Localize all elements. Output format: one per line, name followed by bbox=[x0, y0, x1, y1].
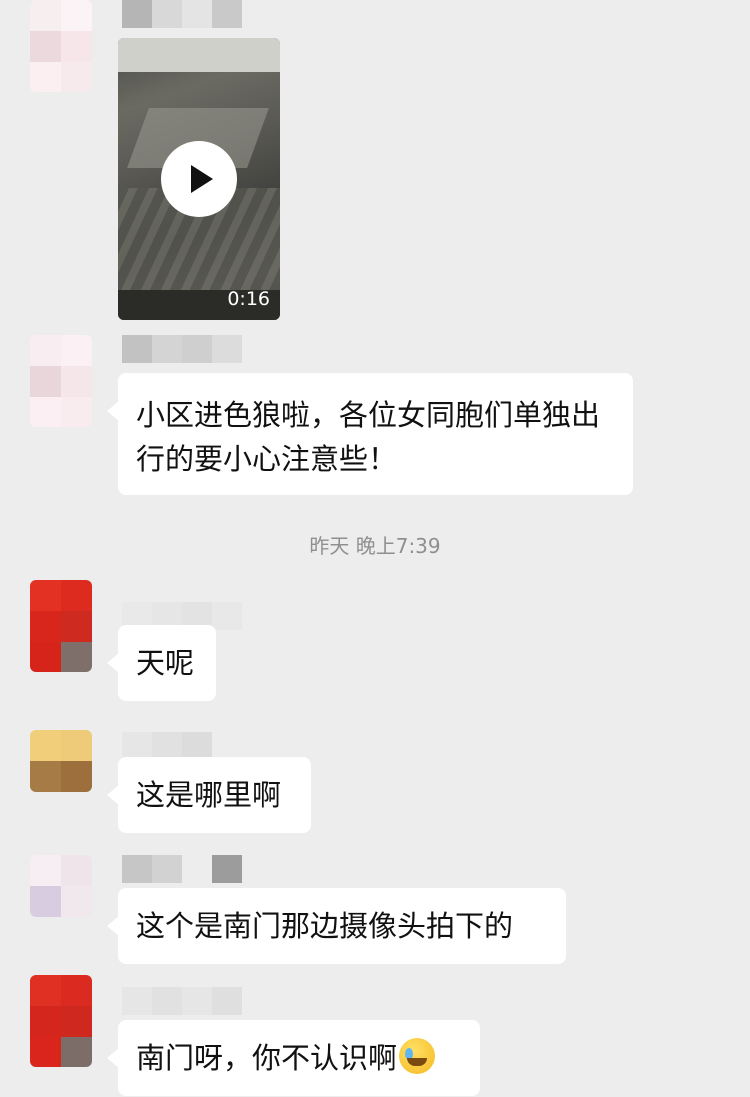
message-text: 小区进色狼啦，各位女同胞们单独出行的要小心注意些！ bbox=[136, 398, 601, 476]
laughing-crying-emoji-icon bbox=[399, 1038, 436, 1074]
avatar[interactable] bbox=[30, 730, 92, 792]
sender-name-blurred bbox=[122, 855, 242, 883]
avatar[interactable] bbox=[30, 975, 92, 1067]
message-bubble[interactable]: 这个是南门那边摄像头拍下的 bbox=[107, 888, 566, 964]
sender-name-blurred bbox=[122, 732, 212, 760]
video-duration: 0:16 bbox=[227, 288, 270, 310]
message-text: 这是哪里啊 bbox=[136, 778, 282, 812]
avatar[interactable] bbox=[30, 580, 92, 672]
avatar[interactable] bbox=[30, 0, 92, 92]
play-button[interactable] bbox=[161, 141, 237, 217]
avatar[interactable] bbox=[30, 855, 92, 917]
message-text: 这个是南门那边摄像头拍下的 bbox=[136, 909, 514, 943]
message-bubble[interactable]: 天呢 bbox=[107, 625, 216, 701]
avatar[interactable] bbox=[30, 335, 92, 427]
sender-name-blurred bbox=[122, 0, 242, 28]
message-bubble[interactable]: 这是哪里啊 bbox=[107, 757, 311, 833]
message-text: 南门呀，你不认识啊 bbox=[136, 1041, 398, 1075]
sender-name-blurred bbox=[122, 987, 242, 1015]
message-text: 天呢 bbox=[136, 646, 195, 680]
play-icon bbox=[191, 165, 213, 193]
chat-timestamp: 昨天 晚上7:39 bbox=[309, 534, 441, 558]
sender-name-blurred bbox=[122, 335, 242, 363]
message-bubble[interactable]: 小区进色狼啦，各位女同胞们单独出行的要小心注意些！ bbox=[107, 373, 633, 495]
message-bubble[interactable]: 南门呀，你不认识啊 bbox=[107, 1020, 480, 1096]
video-thumbnail[interactable]: 0:16 bbox=[118, 38, 280, 320]
video-frame-top bbox=[118, 38, 280, 72]
